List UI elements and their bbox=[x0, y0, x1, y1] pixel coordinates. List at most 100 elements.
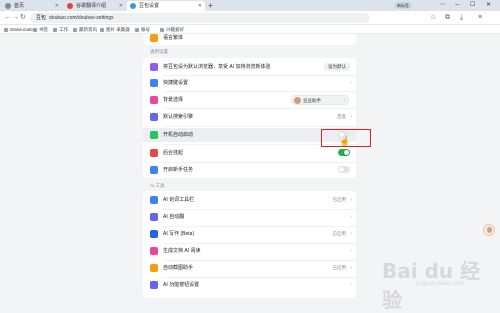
close-icon[interactable]: ✕ bbox=[119, 1, 123, 11]
watermark-url: jingyan.baidu.com bbox=[416, 281, 465, 287]
background-run-toggle[interactable] bbox=[338, 149, 350, 156]
ai-toolbar-row[interactable]: AI 划词工具栏 已启用 › bbox=[143, 193, 356, 207]
watermark: Bai du 经验 jingyan.baidu.com bbox=[382, 255, 500, 312]
screenshot-row[interactable]: 自动截图助手 已启用 › bbox=[143, 261, 356, 275]
agent-name: 豆豆助手 bbox=[303, 98, 321, 103]
chevron-right-icon: › bbox=[350, 248, 352, 254]
assistant-avatar[interactable] bbox=[483, 224, 495, 236]
bookmark-item[interactable]: 最新资讯 bbox=[73, 26, 97, 33]
bookmark-icon bbox=[4, 27, 8, 32]
ai-icon bbox=[150, 196, 158, 204]
folder-icon bbox=[33, 27, 37, 32]
row-value: 已启用 bbox=[332, 231, 347, 236]
divider bbox=[163, 126, 356, 127]
page-icon bbox=[67, 3, 73, 9]
chevron-right-icon: › bbox=[350, 80, 352, 86]
extensions-icon[interactable]: ⧉ bbox=[445, 13, 450, 23]
ai-reading-row[interactable]: 生成文档 AI 阅读 › bbox=[143, 244, 356, 258]
ai-translate-row[interactable]: AI 自动翻 › bbox=[143, 210, 356, 224]
default-browser-row: 将豆包设为默认浏览器，享受 AI 加持浏览新体验 设为默认 bbox=[143, 60, 356, 74]
shortcut-settings-row[interactable]: 快捷键设置 › bbox=[143, 76, 356, 90]
hand-cursor-icon: ☝ bbox=[339, 136, 351, 146]
image-icon bbox=[150, 96, 158, 104]
screenshot-icon bbox=[150, 264, 158, 272]
page-icon bbox=[5, 3, 11, 9]
folder-icon bbox=[53, 27, 57, 32]
settings-group-top: 语言繁体 bbox=[143, 34, 356, 45]
bookmark-item[interactable]: Wakeurade bbox=[4, 26, 33, 33]
tab-label: 首页 bbox=[14, 3, 25, 9]
set-default-button[interactable]: 设为默认 bbox=[324, 63, 350, 71]
bookmark-label: 书签 bbox=[39, 27, 48, 32]
chevron-right-icon: › bbox=[350, 214, 352, 220]
toggle-knob bbox=[339, 167, 344, 172]
row-label: AI 划词工具栏 bbox=[163, 197, 195, 203]
url-text: doubao.com/doubao-settings bbox=[49, 15, 114, 21]
settings-icon bbox=[150, 281, 158, 289]
newbie-task-toggle[interactable] bbox=[338, 166, 350, 173]
search-engine-row[interactable]: 默认搜索引擎 百度 › bbox=[143, 110, 356, 124]
section-title-ai: AI 工具 bbox=[150, 183, 165, 188]
tab-settings[interactable]: 豆包设置 ✕ bbox=[127, 1, 205, 11]
document-icon bbox=[150, 247, 158, 255]
row-value: 已启用 bbox=[332, 197, 347, 202]
row-label: 语言繁体 bbox=[163, 35, 184, 41]
profile-chip[interactable]: 新标签 bbox=[394, 2, 412, 9]
tab-home[interactable]: 首页 ✕ bbox=[2, 1, 62, 11]
settings-row[interactable]: 语言繁体 bbox=[143, 31, 356, 45]
menu-icon[interactable]: ≡ bbox=[478, 13, 482, 23]
row-label: 开机自动启动 bbox=[163, 132, 194, 138]
row-label: AI 自动翻 bbox=[163, 214, 185, 220]
pause-icon bbox=[150, 149, 158, 157]
row-label: 快捷键设置 bbox=[163, 80, 189, 86]
chevron-right-icon: › bbox=[343, 98, 346, 103]
bookmark-label: 图片 采集器 bbox=[106, 27, 130, 32]
folder-icon bbox=[100, 27, 104, 32]
background-row[interactable]: 背景选择 豆豆助手 › bbox=[143, 93, 356, 107]
divider bbox=[163, 91, 356, 92]
more-icon[interactable]: ⋯ bbox=[440, 0, 446, 11]
chevron-right-icon: › bbox=[350, 114, 352, 120]
maximize-icon[interactable]: ☐ bbox=[470, 0, 475, 11]
site-label: 豆包 bbox=[36, 15, 47, 21]
row-label: 生成文档 AI 阅读 bbox=[163, 248, 201, 254]
browser-icon bbox=[150, 63, 158, 71]
chevron-right-icon: › bbox=[350, 282, 352, 288]
ai-writing-row[interactable]: AI 写作 (Beta) 已启用 › bbox=[143, 227, 356, 241]
toggle-knob bbox=[344, 150, 349, 155]
task-icon bbox=[150, 166, 158, 174]
close-icon[interactable]: ✕ bbox=[198, 1, 202, 11]
divider bbox=[163, 108, 356, 109]
face-icon bbox=[487, 227, 492, 233]
translate-icon bbox=[150, 213, 158, 221]
forward-icon[interactable]: → bbox=[12, 13, 19, 23]
new-tab-button[interactable]: + bbox=[208, 0, 213, 11]
tab-translate[interactable]: 谷歌翻译介绍 ✕ bbox=[64, 1, 126, 11]
reload-icon[interactable]: ↻ bbox=[20, 13, 26, 23]
row-label: 背景选择 bbox=[163, 97, 184, 103]
chevron-right-icon: › bbox=[350, 231, 352, 237]
download-icon[interactable]: ⤓ bbox=[460, 13, 463, 23]
bookmark-item[interactable]: 图片 采集器 bbox=[100, 26, 130, 33]
url-field[interactable]: 豆包 doubao.com/doubao-settings bbox=[30, 13, 370, 23]
row-label: 开启新手任务 bbox=[163, 167, 194, 173]
tab-bar: 首页 ✕ 谷歌翻译介绍 ✕ 豆包设置 ✕ + 新标签 ⋯ ─ ☐ ✕ bbox=[0, 0, 500, 11]
ai-button-settings-row[interactable]: AI 功能按钮设置 › bbox=[143, 278, 356, 292]
background-run-row: 后台挂起 bbox=[143, 146, 356, 160]
bookmark-label: 工作 bbox=[59, 27, 68, 32]
bookmark-label: Wakeurade bbox=[10, 27, 33, 32]
star-icon[interactable]: ☆ bbox=[430, 13, 436, 23]
language-icon bbox=[150, 34, 158, 42]
chevron-right-icon: › bbox=[350, 265, 352, 271]
bookmark-item[interactable]: 书签 bbox=[33, 26, 48, 33]
back-icon[interactable]: ← bbox=[4, 13, 11, 23]
address-bar: ← → ↻ 豆包 doubao.com/doubao-settings ☆ ⧉ ⤓… bbox=[0, 11, 500, 25]
minimize-icon[interactable]: ─ bbox=[455, 0, 459, 11]
agent-selector[interactable]: 豆豆助手 › bbox=[291, 95, 349, 105]
close-window-icon[interactable]: ✕ bbox=[486, 0, 491, 11]
avatar bbox=[294, 97, 301, 104]
row-value: 百度 bbox=[337, 114, 346, 119]
bookmark-item[interactable]: 工作 bbox=[53, 26, 68, 33]
close-icon[interactable]: ✕ bbox=[55, 1, 59, 11]
pen-icon bbox=[150, 230, 158, 238]
